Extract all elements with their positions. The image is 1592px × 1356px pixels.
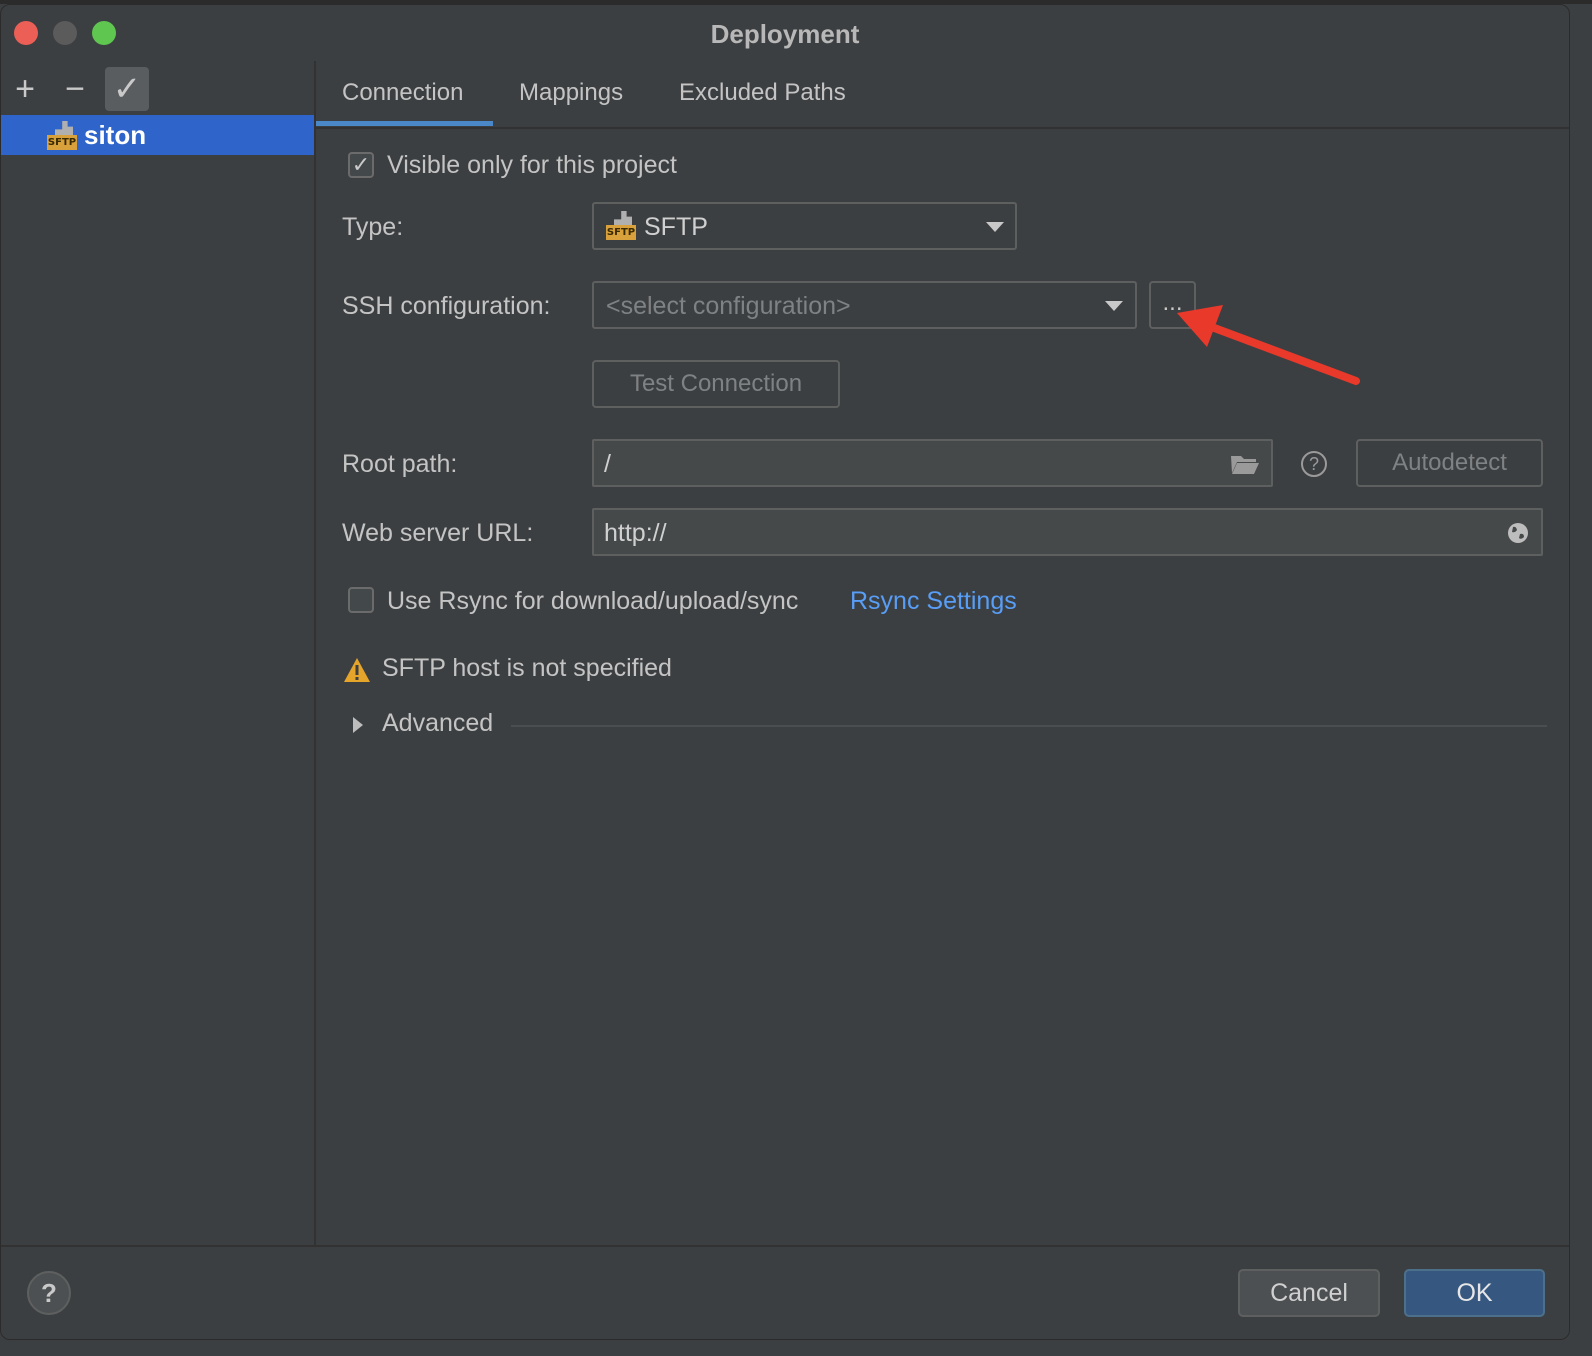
visible-only-label: Visible only for this project	[387, 151, 677, 179]
remove-server-button[interactable]: −	[53, 67, 97, 111]
globe-icon[interactable]	[1507, 522, 1529, 544]
help-icon[interactable]: ?	[1301, 451, 1327, 477]
rsync-settings-link[interactable]: Rsync Settings	[850, 587, 1017, 616]
chevron-down-icon	[1105, 301, 1123, 311]
web-server-url-label: Web server URL:	[342, 519, 534, 547]
ssh-configuration-label: SSH configuration:	[342, 292, 551, 320]
rsync-checkbox[interactable]	[348, 587, 374, 613]
tab-mappings[interactable]: Mappings	[519, 79, 623, 107]
sftp-icon-stack	[614, 211, 632, 225]
sftp-type-icon: SFTP	[606, 211, 636, 241]
folder-icon[interactable]	[1230, 453, 1260, 475]
web-server-url-field[interactable]: http://	[592, 508, 1543, 556]
root-path-value: /	[604, 450, 611, 478]
annotation-arrow	[1177, 305, 1360, 385]
root-path-label: Root path:	[342, 450, 458, 478]
dialog-help-button[interactable]: ?	[27, 1271, 71, 1315]
active-tab-indicator	[316, 121, 493, 126]
type-label: Type:	[342, 213, 404, 241]
add-server-button[interactable]: +	[3, 67, 47, 111]
ssh-configuration-select[interactable]: <select configuration>	[592, 281, 1137, 329]
sftp-server-icon: SFTP	[47, 121, 77, 151]
sftp-icon-tag: SFTP	[606, 225, 636, 240]
tab-bar: Connection Mappings Excluded Paths	[316, 61, 1569, 129]
title-bar: Deployment	[1, 5, 1569, 61]
type-select[interactable]: SFTP SFTP	[592, 202, 1017, 250]
web-server-url-value: http://	[604, 519, 667, 547]
root-path-field[interactable]: /	[592, 439, 1273, 487]
tab-excluded-paths[interactable]: Excluded Paths	[679, 79, 846, 107]
visible-only-checkbox[interactable]: ✓	[348, 152, 374, 178]
sidebar-item-label: siton	[84, 120, 147, 150]
advanced-separator	[511, 725, 1547, 727]
warning-message: SFTP host is not specified	[382, 654, 672, 682]
warning-icon	[344, 658, 370, 682]
sftp-icon-tag: SFTP	[47, 135, 77, 150]
advanced-section-toggle[interactable]: Advanced	[382, 709, 493, 738]
set-default-server-button[interactable]: ✓	[105, 67, 149, 111]
sidebar-toolbar: + − ✓	[1, 61, 314, 113]
deployment-dialog: Deployment + − ✓ SFTP siton Connection M…	[0, 4, 1570, 1340]
dialog-footer: ? Cancel OK	[1, 1245, 1569, 1339]
sftp-icon-stack	[55, 121, 73, 135]
sidebar-item-siton[interactable]: SFTP siton	[1, 115, 314, 155]
ok-button[interactable]: OK	[1404, 1269, 1545, 1317]
expand-triangle-icon[interactable]	[353, 717, 363, 733]
server-list-sidebar: + − ✓ SFTP siton	[1, 61, 316, 1245]
ssh-configuration-placeholder: <select configuration>	[606, 292, 851, 320]
rsync-label: Use Rsync for download/upload/sync	[387, 587, 799, 615]
chevron-down-icon	[986, 222, 1004, 232]
type-select-value: SFTP	[644, 213, 708, 241]
window-title: Deployment	[710, 19, 860, 49]
tab-connection[interactable]: Connection	[342, 79, 463, 107]
autodetect-button[interactable]: Autodetect	[1356, 439, 1543, 487]
cancel-button[interactable]: Cancel	[1238, 1269, 1380, 1317]
test-connection-button[interactable]: Test Connection	[592, 360, 840, 408]
